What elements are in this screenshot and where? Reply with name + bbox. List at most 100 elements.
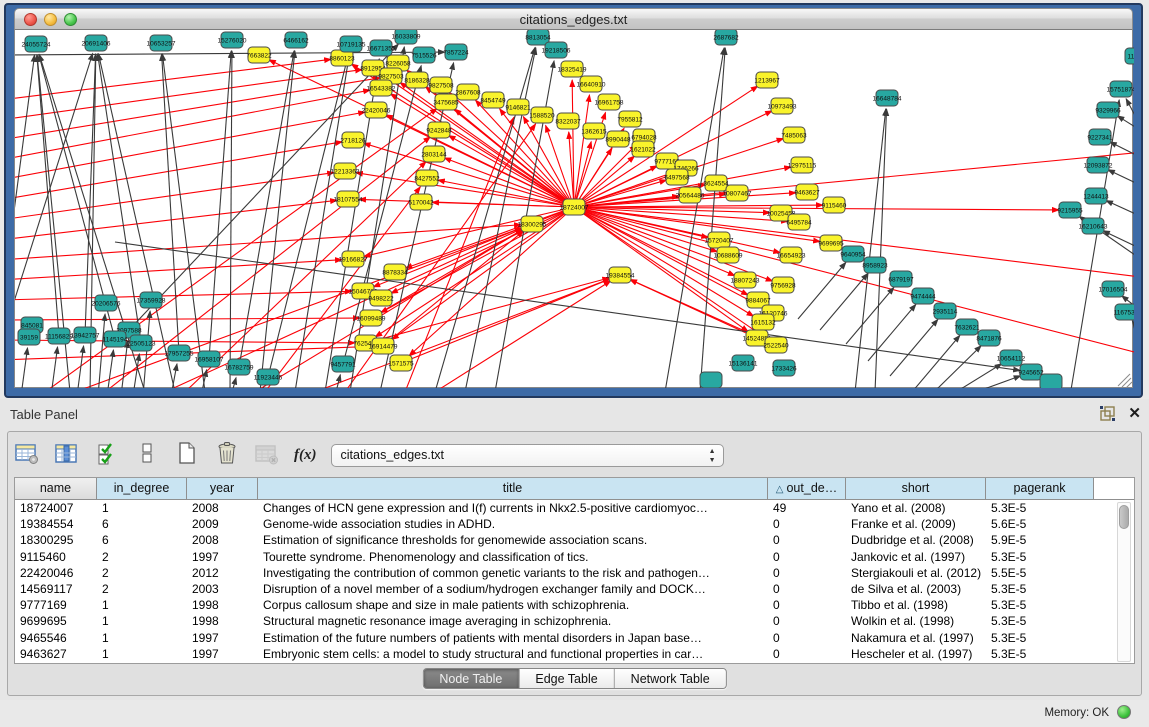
graph-edge[interactable] [209,51,231,359]
graph-node[interactable] [700,372,722,388]
table-cell[interactable]: 5.5E-5 [986,565,1094,581]
graph-edge[interactable] [15,291,352,300]
new-table-icon[interactable] [174,440,200,466]
table-cell[interactable]: Genome-wide association studies in ADHD. [258,516,768,532]
graph-node[interactable]: 8186328 [404,72,430,88]
table-cell[interactable]: 2 [97,549,187,565]
table-cell[interactable]: 1997 [187,646,258,662]
table-cell[interactable]: 1 [97,597,187,613]
graph-node[interactable]: 1733426 [771,360,797,376]
table-cell[interactable]: 0 [768,613,846,629]
graph-node[interactable]: 1588520 [529,107,555,123]
table-cell[interactable]: 14569117 [15,581,97,597]
graph-node[interactable]: 16033809 [392,30,421,44]
table-cell[interactable]: Stergiakouli et al. (2012) [846,565,986,581]
column-visibility-icon[interactable] [54,441,80,467]
table-cell[interactable]: 9463627 [15,646,97,662]
graph-node[interactable]: 8958923 [862,257,888,273]
column-header-title[interactable]: title [258,478,768,499]
graph-node[interactable]: 16640910 [577,76,606,92]
graph-edge[interactable] [1126,99,1134,125]
table-cell[interactable]: 0 [768,646,846,662]
tab-node-table[interactable]: Node Table [423,669,519,688]
graph-node[interactable]: 18300295 [518,216,547,232]
table-cell[interactable]: 5.3E-5 [986,646,1094,662]
graph-edge[interactable] [449,135,574,207]
graph-node[interactable]: 10973493 [768,98,797,114]
table-cell[interactable]: 2003 [187,581,258,597]
graph-edge[interactable] [231,378,236,388]
graph-edge[interactable] [574,207,1134,360]
table-cell[interactable]: de Silva et al. (2003) [846,581,986,597]
graph-node[interactable]: 8878334 [382,264,408,280]
table-cell[interactable]: Tourette syndrome. Phenomenology and cla… [258,549,768,565]
resize-grip-icon[interactable] [1126,382,1132,388]
table-cell[interactable]: 5.3E-5 [986,549,1094,565]
graph-edge[interactable] [890,319,938,376]
minimize-window-icon[interactable] [44,13,57,26]
graph-node[interactable]: 1213967 [754,72,780,88]
graph-node[interactable]: 10807467 [723,185,752,201]
graph-node[interactable]: 3475685 [433,94,459,110]
vertical-scrollbar[interactable] [1117,502,1131,662]
graph-node[interactable]: 9756928 [770,277,796,293]
graph-edge[interactable] [15,78,380,140]
table-cell[interactable]: 1 [97,613,187,629]
graph-edge[interactable] [335,375,340,388]
column-header-name[interactable]: name [15,478,97,499]
graph-node[interactable]: 16210643 [1079,218,1108,234]
graph-node[interactable]: 10719135 [337,36,366,52]
graph-node[interactable]: 9640954 [840,246,866,262]
graph-node[interactable]: 16914479 [369,338,398,354]
graph-node[interactable]: 19166827 [339,251,368,267]
graph-node[interactable]: 39159 [18,329,40,345]
graph-node[interactable]: 10653257 [147,35,176,51]
graph-node[interactable]: 6879197 [888,271,914,287]
graph-node[interactable]: 1362615 [581,123,607,139]
table-cell[interactable]: 9699695 [15,613,97,629]
table-cell[interactable]: 5.3E-5 [986,630,1094,646]
table-cell[interactable]: 18724007 [15,500,97,516]
table-row[interactable]: 911546021997Tourette syndrome. Phenomeno… [15,549,1134,565]
table-cell[interactable]: 2009 [187,516,258,532]
graph-node[interactable]: 15751874 [1107,81,1134,97]
graph-edge[interactable] [912,335,960,388]
graph-node[interactable]: 8427552 [414,170,440,186]
graph-node[interactable]: 11923446 [254,369,283,385]
table-cell[interactable]: 5.6E-5 [986,516,1094,532]
table-cell[interactable]: Estimation of significance thresholds fo… [258,532,768,548]
table-cell[interactable]: Nakamura et al. (1997) [846,630,986,646]
graph-edge[interactable] [77,346,84,388]
table-cell[interactable]: Hescheler et al. (1997) [846,646,986,662]
graph-node[interactable]: 7632621 [954,319,980,335]
resize-grip-icon[interactable] [1122,378,1131,387]
table-cell[interactable]: Wolkin et al. (1998) [846,613,986,629]
table-cell[interactable]: 1998 [187,613,258,629]
graph-edge[interactable] [21,348,28,388]
graph-node[interactable]: 16654923 [777,247,806,263]
graph-node[interactable]: 19218506 [542,42,571,58]
graph-node[interactable]: 1145194 [103,331,128,347]
graph-edge[interactable] [1117,116,1134,130]
graph-node[interactable]: 9699695 [818,235,844,251]
graph-node[interactable]: 16648784 [873,90,902,106]
table-cell[interactable]: 9465546 [15,630,97,646]
table-row[interactable]: 1456911722003Disruption of a novel membe… [15,581,1134,597]
tab-edge-table[interactable]: Edge Table [519,669,614,688]
graph-edge[interactable] [15,318,360,320]
graph-node[interactable]: 9115460 [822,197,847,213]
graph-node[interactable]: 20206576 [92,295,121,311]
graph-edge[interactable] [574,207,1134,280]
graph-edge[interactable] [121,341,128,388]
float-panel-icon[interactable] [1099,405,1116,422]
graph-node[interactable]: 7955812 [617,111,643,127]
table-cell[interactable]: 2012 [187,565,258,581]
graph-node[interactable]: 9498222 [368,290,394,306]
graph-node[interactable]: 12093872 [1084,157,1113,173]
table-row[interactable]: 969969511998Structural magnetic resonanc… [15,613,1134,629]
graph-node[interactable]: 2718126 [340,132,366,148]
table-cell[interactable]: Yano et al. (2008) [846,500,986,516]
table-cell[interactable]: 0 [768,516,846,532]
graph-node[interactable]: 6497568 [664,169,690,185]
table-cell[interactable]: Tibbo et al. (1998) [846,597,986,613]
